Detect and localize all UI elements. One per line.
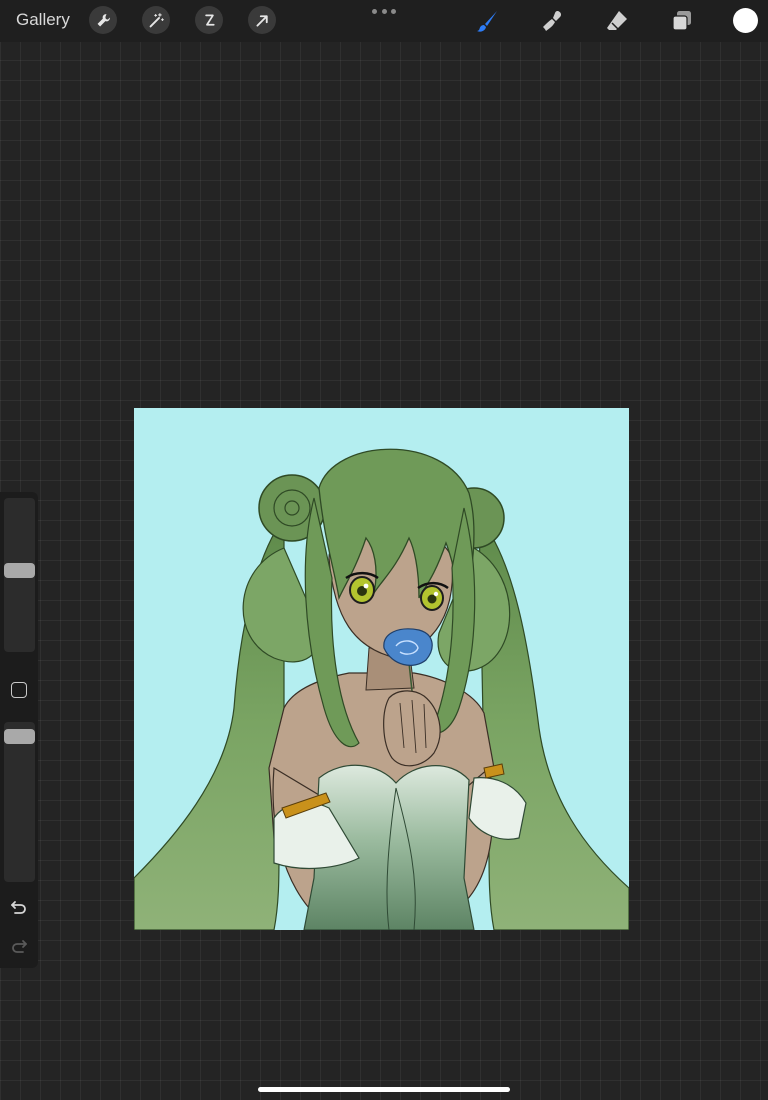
- smudge-icon: [543, 10, 562, 31]
- dot: [391, 8, 396, 14]
- eraser-icon: [607, 11, 627, 30]
- dot: [372, 8, 377, 14]
- layers-icon: [672, 11, 691, 31]
- opacity-thumb[interactable]: [4, 729, 35, 744]
- dot: [381, 8, 387, 14]
- undo-icon[interactable]: [9, 897, 29, 917]
- brush-size-thumb[interactable]: [4, 563, 35, 578]
- brush-tool-button[interactable]: [472, 6, 502, 36]
- selection-button[interactable]: [195, 6, 223, 34]
- magic-wand-icon: [149, 12, 164, 27]
- eraser-tool-button[interactable]: [602, 6, 632, 36]
- brush-icon: [477, 11, 497, 32]
- layers-button[interactable]: [667, 6, 697, 36]
- drawing-canvas[interactable]: [134, 408, 629, 930]
- top-toolbar: Gallery: [0, 0, 768, 42]
- wrench-icon: [97, 13, 110, 26]
- left-sidebar: [0, 492, 38, 968]
- artwork-illustration: [134, 408, 629, 930]
- selection-icon: [204, 14, 215, 26]
- smudge-tool-button[interactable]: [538, 6, 568, 36]
- redo-icon[interactable]: [9, 936, 29, 956]
- home-indicator: [258, 1087, 510, 1092]
- adjustments-button[interactable]: [142, 6, 170, 34]
- transform-arrow-icon: [255, 14, 268, 27]
- more-options-dots[interactable]: [372, 4, 396, 18]
- brush-size-slider[interactable]: [4, 498, 35, 652]
- opacity-slider[interactable]: [4, 722, 35, 882]
- actions-button[interactable]: [89, 6, 117, 34]
- modify-button[interactable]: [11, 682, 27, 698]
- color-picker-button[interactable]: [733, 8, 758, 33]
- transform-button[interactable]: [248, 6, 276, 34]
- gallery-button[interactable]: Gallery: [16, 10, 70, 30]
